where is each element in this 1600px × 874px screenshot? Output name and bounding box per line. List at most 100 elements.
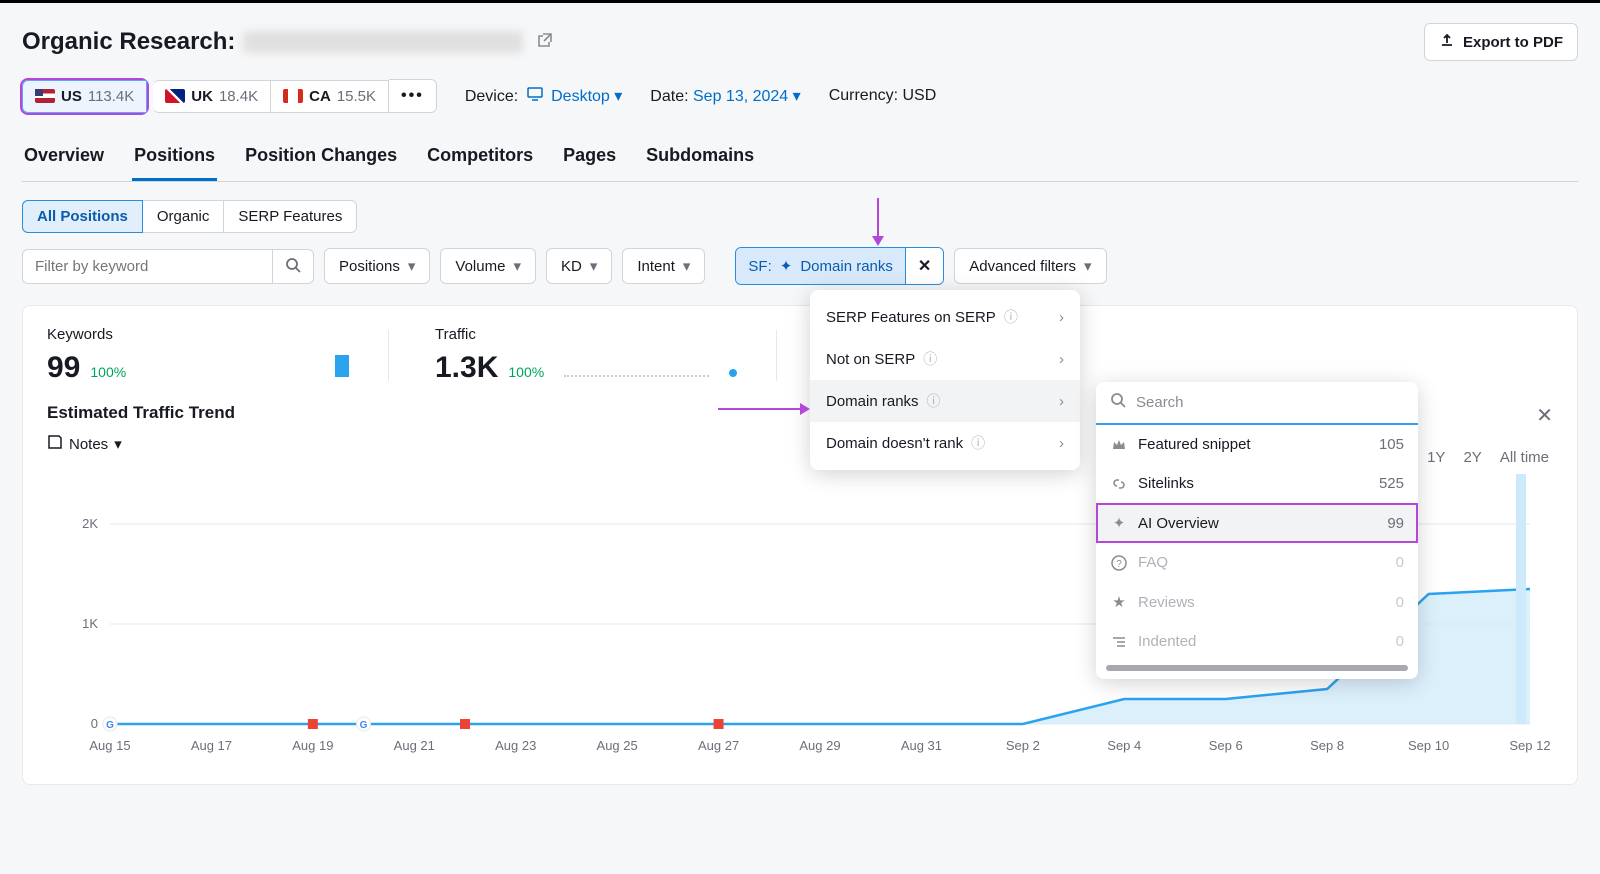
db-tab-ca[interactable]: CA 15.5K [271,80,389,113]
scrollbar[interactable] [1106,665,1408,671]
external-link-icon[interactable] [537,32,553,53]
chevron-right-icon: › [1059,309,1064,326]
db-tab-us[interactable]: US 113.4K [22,80,147,113]
nav-tab-position-changes[interactable]: Position Changes [243,139,399,181]
sf-menu-dropdown: SERP Features on SERP ⓘ›Not on SERP ⓘ›Do… [810,290,1080,470]
filter-keyword-input[interactable] [22,249,272,284]
currency-label: Currency: USD [829,87,937,105]
chevron-down-icon: ▾ [1084,257,1092,275]
intent-filter[interactable]: Intent▾ [622,248,705,284]
positions-filter[interactable]: Positions▾ [324,248,430,284]
star-icon: ★ [1110,593,1128,611]
svg-text:Sep 4: Sep 4 [1107,738,1141,753]
feature-item-featured-snippet[interactable]: Featured snippet105 [1096,425,1418,464]
chart-title: Estimated Traffic Trend [47,403,235,423]
chevron-down-icon: ▾ [793,88,801,105]
nav-tab-overview[interactable]: Overview [22,139,106,181]
db-tab-uk[interactable]: UK 18.4K [153,80,271,113]
db-code: UK [191,88,213,105]
domain-blurred [243,31,523,53]
svg-text:Aug 29: Aug 29 [799,738,840,753]
sf-menu-item-domain-ranks[interactable]: Domain ranks ⓘ› [810,380,1080,422]
chevron-down-icon: ▾ [114,435,122,453]
feature-item-sitelinks[interactable]: Sitelinks525 [1096,464,1418,503]
date-selector[interactable]: Date: Sep 13, 2024 ▾ [650,86,800,106]
nav-tab-positions[interactable]: Positions [132,139,217,181]
notes-toggle[interactable]: Notes ▾ [47,434,122,454]
keywords-value: 99 [47,351,80,385]
svg-text:Sep 10: Sep 10 [1408,738,1449,753]
feature-item-reviews[interactable]: ★Reviews0 [1096,582,1418,622]
nav-tab-subdomains[interactable]: Subdomains [644,139,756,181]
svg-text:?: ? [1116,559,1122,570]
svg-text:1K: 1K [82,616,98,631]
db-count: 15.5K [337,88,376,105]
svg-text:Aug 31: Aug 31 [901,738,942,753]
upload-icon [1439,32,1455,52]
svg-text:G: G [106,720,114,731]
chevron-down-icon: ▾ [614,88,622,105]
traffic-value: 1.3K [435,351,498,385]
chevron-right-icon: › [1059,435,1064,452]
advanced-filters[interactable]: Advanced filters▾ [954,248,1106,284]
db-code: CA [309,88,331,105]
question-icon: ? [1110,555,1128,571]
desktop-icon [527,88,543,105]
svg-text:0: 0 [91,716,98,731]
info-icon: ⓘ [1004,307,1018,327]
svg-text:Sep 12: Sep 12 [1509,738,1550,753]
flag-ca-icon [283,89,303,103]
note-icon [47,434,63,454]
svg-text:Aug 27: Aug 27 [698,738,739,753]
svg-text:Aug 15: Aug 15 [89,738,130,753]
seg-organic[interactable]: Organic [143,200,225,233]
export-pdf-button[interactable]: Export to PDF [1424,23,1578,61]
kd-filter[interactable]: KD▾ [546,248,612,284]
feature-search-input[interactable] [1136,394,1404,411]
traffic-dot [729,369,737,377]
serp-feature-dropdown: Featured snippet105Sitelinks525✦AI Overv… [1096,382,1418,679]
svg-text:Aug 19: Aug 19 [292,738,333,753]
feature-item-indented[interactable]: Indented0 [1096,622,1418,661]
sf-filter-chip[interactable]: SF: ✦ Domain ranks ✕ [735,247,944,285]
sf-menu-item-serp-features-on-serp[interactable]: SERP Features on SERP ⓘ› [810,296,1080,338]
nav-tab-competitors[interactable]: Competitors [425,139,535,181]
svg-text:G: G [360,720,368,731]
db-more-button[interactable]: ••• [389,79,437,113]
seg-serp-features[interactable]: SERP Features [224,200,357,233]
range-all-time[interactable]: All time [1500,449,1549,466]
feature-item-faq[interactable]: ?FAQ0 [1096,543,1418,582]
search-icon [285,257,301,273]
feature-item-ai-overview[interactable]: ✦AI Overview99 [1096,503,1418,543]
traffic-label: Traffic [435,326,737,343]
sparkle-icon: ✦ [780,257,793,275]
flag-uk-icon [165,89,185,103]
seg-all-positions[interactable]: All Positions [22,200,143,233]
chevron-right-icon: › [1059,351,1064,368]
page-title: Organic Research: [22,28,235,56]
info-icon: ⓘ [927,391,941,411]
indent-icon [1110,634,1128,650]
link-icon [1110,476,1128,492]
svg-text:Aug 21: Aug 21 [394,738,435,753]
search-button[interactable] [272,249,314,284]
sf-menu-item-domain-doesn-t-rank[interactable]: Domain doesn't rank ⓘ› [810,422,1080,464]
nav-tabs: Overview Positions Position Changes Competi… [22,139,1578,182]
device-selector[interactable]: Device: Desktop ▾ [465,86,622,106]
flag-us-icon [35,89,55,103]
annotation-arrow-down [877,198,879,244]
sf-menu-item-not-on-serp[interactable]: Not on SERP ⓘ› [810,338,1080,380]
range-2y[interactable]: 2Y [1463,449,1481,466]
chevron-down-icon: ▾ [683,257,691,275]
svg-text:Aug 25: Aug 25 [597,738,638,753]
info-icon: ⓘ [971,433,985,453]
range-1y[interactable]: 1Y [1427,449,1445,466]
svg-text:Sep 6: Sep 6 [1209,738,1243,753]
nav-tab-pages[interactable]: Pages [561,139,618,181]
svg-text:Aug 23: Aug 23 [495,738,536,753]
keywords-sparkbar [335,355,349,377]
sf-clear-button[interactable]: ✕ [905,248,943,284]
db-count: 18.4K [219,88,258,105]
chart-close-button[interactable]: ✕ [1536,403,1553,428]
volume-filter[interactable]: Volume▾ [440,248,536,284]
